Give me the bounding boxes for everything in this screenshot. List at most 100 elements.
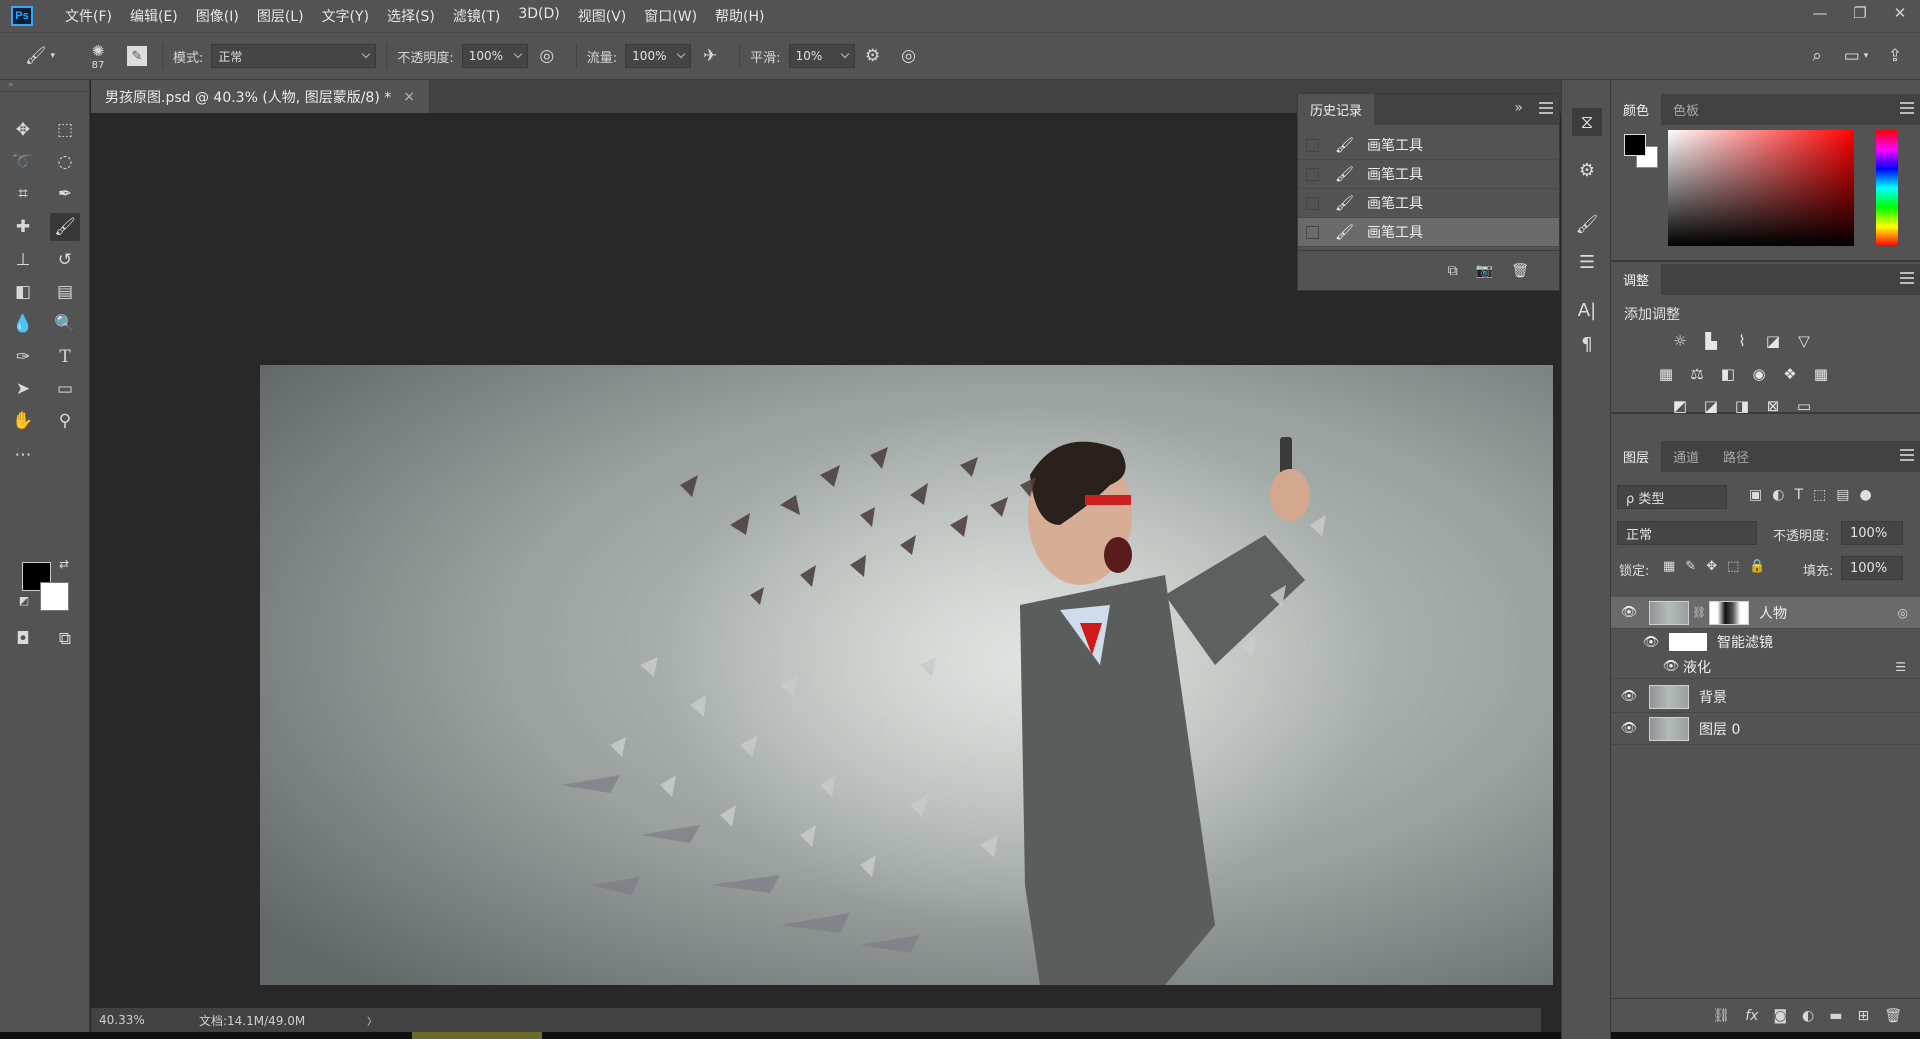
screen-mode-button[interactable]: ⧉	[50, 625, 80, 653]
history-snapshot-checkbox[interactable]	[1306, 196, 1319, 210]
history-panel-button[interactable]: ⧖	[1572, 108, 1602, 136]
levels-icon[interactable]: ▙	[1700, 330, 1722, 352]
folder-icon[interactable]: ▬	[1829, 1008, 1842, 1024]
link-icon[interactable]: ⛓	[1692, 606, 1706, 619]
panel-menu-icon[interactable]	[1900, 449, 1914, 461]
blend-mode-select[interactable]: 正常	[1617, 521, 1757, 545]
layer-row-layer-0[interactable]: 👁 图层 0	[1611, 713, 1920, 745]
pressure-opacity-toggle[interactable]: ◎	[528, 46, 566, 66]
opacity-input[interactable]: 100%	[461, 44, 528, 68]
adjustment-filter-icon[interactable]: ◐	[1772, 487, 1784, 503]
lock-all-icon[interactable]: 🔒	[1749, 559, 1765, 574]
menu-window[interactable]: 窗口(W)	[635, 6, 706, 26]
expand-panel-button[interactable]: »	[1514, 100, 1523, 116]
layer-opacity-input[interactable]: 100%	[1841, 521, 1903, 545]
invert-icon[interactable]: ◩	[1669, 395, 1691, 417]
menu-3d[interactable]: 3D(D)	[509, 6, 568, 26]
smart-object-filter-icon[interactable]: ▤	[1836, 487, 1849, 503]
history-state[interactable]: 🖌 画笔工具	[1298, 160, 1559, 189]
document-tab[interactable]: 男孩原图.psd @ 40.3% (人物, 图层蒙版/8) * ×	[91, 80, 429, 113]
liquify-filter-row[interactable]: 👁 液化 ☰	[1611, 655, 1920, 679]
workspace-switcher[interactable]: ▭ ▾	[1834, 46, 1878, 66]
menu-help[interactable]: 帮助(H)	[706, 6, 773, 26]
smoothing-options-button[interactable]: ⚙	[855, 46, 891, 66]
filter-options-icon[interactable]: ☰	[1895, 660, 1906, 674]
healing-brush-tool[interactable]: ✚	[8, 213, 38, 241]
menu-select[interactable]: 选择(S)	[378, 6, 444, 26]
panel-menu-icon[interactable]	[1900, 102, 1914, 114]
zoom-level[interactable]: 40.33%	[99, 1013, 199, 1027]
layer-mask-thumbnail[interactable]	[1708, 600, 1749, 625]
tab-adjustments[interactable]: 调整	[1611, 264, 1662, 295]
default-colors-button[interactable]: ◩	[16, 592, 32, 608]
lock-position-icon[interactable]: ✥	[1706, 559, 1717, 574]
properties-panel-button[interactable]: ⚙	[1572, 156, 1602, 184]
brush-settings-toggle[interactable]: ✎	[122, 46, 152, 66]
swap-colors-button[interactable]: ⇄	[56, 556, 72, 572]
pressure-size-toggle[interactable]: ◎	[891, 46, 927, 66]
black-white-icon[interactable]: ◧	[1717, 363, 1739, 385]
layer-row-background[interactable]: 👁 背景	[1611, 681, 1920, 713]
history-state-current[interactable]: 🖌 画笔工具	[1298, 218, 1559, 247]
history-state[interactable]: 🖌 画笔工具	[1298, 131, 1559, 160]
close-button[interactable]: ✕	[1880, 0, 1920, 26]
color-lookup-icon[interactable]: ▦	[1810, 363, 1832, 385]
edit-toolbar-button[interactable]: ⋯	[8, 441, 38, 469]
visibility-eye-icon[interactable]: 👁	[1611, 721, 1647, 736]
brush-settings-panel-button[interactable]: 🖌	[1572, 210, 1602, 238]
trash-icon[interactable]: 🗑	[1511, 263, 1529, 279]
mode-select[interactable]: 正常	[211, 44, 377, 68]
channel-mixer-icon[interactable]: ❖	[1779, 363, 1801, 385]
eraser-tool[interactable]: ◧	[8, 278, 38, 306]
fill-input[interactable]: 100%	[1841, 556, 1903, 580]
close-tab-button[interactable]: ×	[403, 89, 415, 105]
character-panel-button[interactable]: A|	[1572, 296, 1602, 324]
visibility-eye-icon[interactable]: 👁	[1611, 689, 1647, 704]
crop-tool[interactable]: ⌗	[8, 180, 38, 208]
menu-edit[interactable]: 编辑(E)	[121, 6, 187, 26]
blur-tool[interactable]: 💧	[8, 310, 38, 338]
zoom-tool[interactable]: ⚲	[50, 407, 80, 435]
document-canvas[interactable]	[260, 365, 1553, 985]
quick-mask-button[interactable]: ◘	[8, 625, 38, 653]
dodge-tool[interactable]: 🔍	[50, 310, 80, 338]
history-snapshot-checkbox[interactable]	[1306, 138, 1319, 152]
new-document-from-state-button[interactable]: ⧉	[1448, 263, 1458, 279]
paragraph-panel-button[interactable]: ¶	[1572, 330, 1602, 358]
hue-slider[interactable]	[1876, 130, 1898, 246]
background-color-swatch[interactable]	[40, 582, 69, 611]
image-filter-icon[interactable]: ▣	[1749, 487, 1762, 503]
history-snapshot-checkbox[interactable]	[1306, 167, 1319, 181]
history-state[interactable]: 🖌 画笔工具	[1298, 189, 1559, 218]
lock-transparent-icon[interactable]: ▦	[1663, 559, 1675, 574]
brush-size-picker[interactable]: ✺ 87	[78, 42, 118, 71]
hue-saturation-icon[interactable]: ▦	[1655, 363, 1677, 385]
shape-filter-icon[interactable]: ⬚	[1813, 487, 1826, 503]
brush-preset-picker[interactable]: 🖌 ▾	[18, 46, 62, 66]
move-tool[interactable]: ✥	[8, 116, 38, 144]
color-balance-icon[interactable]: ⚖	[1686, 363, 1708, 385]
panel-grip[interactable]: »	[0, 80, 89, 92]
airbrush-toggle[interactable]: ✈	[691, 46, 729, 66]
eyedropper-tool[interactable]: ✒	[50, 180, 80, 208]
visibility-eye-icon[interactable]: 👁	[1611, 605, 1647, 620]
share-button[interactable]: ⇪	[1878, 46, 1912, 66]
adjustment-layer-icon[interactable]: ◐	[1802, 1008, 1814, 1024]
visibility-eye-icon[interactable]: 👁	[1633, 635, 1669, 650]
new-layer-icon[interactable]: ⊞	[1857, 1008, 1869, 1024]
panel-menu-icon[interactable]	[1900, 272, 1914, 284]
status-menu-arrow[interactable]: 〉	[367, 1013, 377, 1028]
menu-file[interactable]: 文件(F)	[56, 6, 121, 26]
tab-paths[interactable]: 路径	[1711, 441, 1761, 472]
type-filter-icon[interactable]: T	[1794, 487, 1803, 503]
tab-swatches[interactable]: 色板	[1661, 94, 1711, 125]
menu-view[interactable]: 视图(V)	[569, 6, 636, 26]
smart-filters-row[interactable]: 👁 智能滤镜	[1611, 629, 1920, 655]
adjustments-sliders-button[interactable]: ☰	[1572, 248, 1602, 276]
gradient-tool[interactable]: ▤	[50, 278, 80, 306]
lasso-tool[interactable]: ➰	[8, 148, 38, 176]
camera-icon[interactable]: 📷	[1476, 263, 1493, 279]
panel-menu-icon[interactable]	[1539, 102, 1553, 114]
minimize-button[interactable]: —	[1800, 0, 1840, 26]
brightness-icon[interactable]: ☼	[1669, 330, 1691, 352]
